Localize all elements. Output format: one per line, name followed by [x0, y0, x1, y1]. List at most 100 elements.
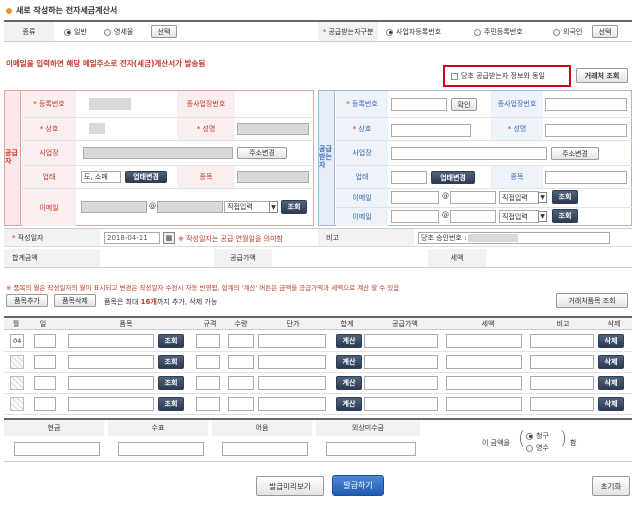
receiver-option-foreigner[interactable]: 외국인 — [553, 27, 582, 37]
date-input[interactable]: 2018-04-11 — [104, 232, 160, 244]
row-remark-input[interactable] — [530, 334, 594, 348]
row-item-lookup-button[interactable]: 조회 — [158, 355, 184, 369]
row-tax-input[interactable] — [446, 397, 522, 411]
row-item-input[interactable] — [68, 334, 154, 348]
payment-check-input[interactable] — [118, 442, 204, 456]
receiver-email1-select[interactable]: 직접입력 — [499, 191, 539, 204]
row-calc-button[interactable]: 계산 — [336, 397, 362, 411]
row-tax-input[interactable] — [446, 376, 522, 390]
receiver-option-resident[interactable]: 주민등록번호 — [474, 27, 523, 37]
row-unit-price-input[interactable] — [258, 397, 326, 411]
supplier-biz-type-button[interactable]: 업태변경 — [125, 171, 167, 183]
radio-icon[interactable] — [104, 28, 111, 36]
row-item-input[interactable] — [68, 376, 154, 390]
remark-input[interactable]: 당초 승인번호 : — [418, 232, 610, 244]
row-spec-input[interactable] — [196, 334, 220, 348]
receiver-address-change-button[interactable]: 주소변경 — [551, 147, 599, 160]
receiver-email1-id-input[interactable] — [391, 191, 439, 204]
reset-button[interactable]: 초기화 — [592, 476, 630, 496]
payment-receipt-radio[interactable]: 영수 — [526, 443, 549, 453]
radio-icon[interactable] — [474, 28, 481, 36]
row-delete-button[interactable]: 삭제 — [598, 355, 624, 369]
receiver-email2-domain-input[interactable] — [450, 210, 496, 223]
row-qty-input[interactable] — [228, 334, 254, 348]
chevron-down-icon[interactable]: ▼ — [538, 192, 547, 203]
row-qty-input[interactable] — [228, 376, 254, 390]
receiver-reg-no-input[interactable] — [391, 98, 447, 111]
row-unit-price-input[interactable] — [258, 334, 326, 348]
receiver-select-button[interactable]: 선택 — [592, 25, 618, 38]
supplier-name-input[interactable] — [237, 123, 309, 135]
receiver-name-input[interactable] — [545, 124, 627, 137]
receiver-email2-id-input[interactable] — [391, 210, 439, 223]
supplier-email-domain-input[interactable] — [157, 201, 223, 213]
row-remark-input[interactable] — [530, 397, 594, 411]
receiver-item-input[interactable] — [545, 171, 627, 184]
row-calc-button[interactable]: 계산 — [336, 334, 362, 348]
receiver-confirm-button[interactable]: 확인 — [451, 98, 477, 111]
row-unit-price-input[interactable] — [258, 355, 326, 369]
payment-note-input[interactable] — [222, 442, 308, 456]
radio-icon[interactable] — [386, 28, 393, 36]
row-item-lookup-button[interactable]: 조회 — [158, 397, 184, 411]
radio-icon[interactable] — [526, 444, 533, 452]
supplier-email-select[interactable]: 직접입력 — [224, 201, 272, 213]
calendar-icon[interactable]: ▦ — [163, 232, 175, 244]
row-qty-input[interactable] — [228, 355, 254, 369]
row-supply-input[interactable] — [364, 355, 438, 369]
row-day-input[interactable] — [34, 376, 56, 390]
row-item-lookup-button[interactable]: 조회 — [158, 334, 184, 348]
type-select-button[interactable]: 선택 — [151, 25, 177, 38]
row-supply-input[interactable] — [364, 334, 438, 348]
radio-icon[interactable] — [64, 28, 71, 36]
add-item-button[interactable]: 품목추가 — [6, 294, 48, 307]
row-remark-input[interactable] — [530, 355, 594, 369]
row-day-input[interactable] — [34, 334, 56, 348]
receiver-biz-type-input[interactable] — [391, 171, 427, 184]
receiver-sub-biz-input[interactable] — [545, 98, 627, 111]
row-supply-input[interactable] — [364, 397, 438, 411]
receiver-email2-lookup-button[interactable]: 조회 — [552, 209, 578, 223]
payment-credit-input[interactable] — [326, 442, 416, 456]
row-supply-input[interactable] — [364, 376, 438, 390]
row-delete-button[interactable]: 삭제 — [598, 334, 624, 348]
row-day-input[interactable] — [34, 397, 56, 411]
row-unit-price-input[interactable] — [258, 376, 326, 390]
type-option-general[interactable]: 일반 — [64, 27, 87, 37]
type-option-zero-rate[interactable]: 영세율 — [104, 27, 133, 37]
chevron-down-icon[interactable]: ▼ — [538, 211, 547, 222]
row-delete-button[interactable]: 삭제 — [598, 397, 624, 411]
row-item-input[interactable] — [68, 355, 154, 369]
payment-claim-radio[interactable]: 청구 — [526, 431, 549, 441]
supplier-email-id-input[interactable] — [81, 201, 147, 213]
receiver-company-input[interactable] — [391, 124, 471, 137]
radio-icon[interactable] — [553, 28, 560, 36]
receiver-biz-type-button[interactable]: 업태변경 — [431, 171, 475, 184]
delete-item-button[interactable]: 품목삭제 — [54, 294, 96, 307]
issue-button[interactable]: 발급하기 — [332, 475, 384, 496]
payment-cash-input[interactable] — [14, 442, 100, 456]
row-tax-input[interactable] — [446, 355, 522, 369]
receiver-email1-lookup-button[interactable]: 조회 — [552, 190, 578, 204]
receiver-address-input[interactable] — [391, 147, 547, 160]
row-remark-input[interactable] — [530, 376, 594, 390]
supplier-address-change-button[interactable]: 주소변경 — [237, 147, 287, 159]
receiver-email1-domain-input[interactable] — [450, 191, 496, 204]
client-lookup-button[interactable]: 거래처 조회 — [576, 68, 628, 83]
receiver-email2-select[interactable]: 직접입력 — [499, 210, 539, 223]
supplier-address-input[interactable] — [83, 147, 233, 159]
row-tax-input[interactable] — [446, 334, 522, 348]
receiver-option-business[interactable]: 사업자등록번호 — [386, 27, 441, 37]
row-item-lookup-button[interactable]: 조회 — [158, 376, 184, 390]
supplier-email-lookup-button[interactable]: 조회 — [281, 200, 307, 214]
row-spec-input[interactable] — [196, 376, 220, 390]
row-delete-button[interactable]: 삭제 — [598, 376, 624, 390]
client-item-lookup-button[interactable]: 거래처품목 조회 — [556, 293, 628, 308]
checkbox-icon[interactable] — [451, 72, 458, 80]
same-as-receiver-checkbox[interactable]: 당초 공급받는자 정보와 동일 — [451, 71, 545, 81]
row-day-input[interactable] — [34, 355, 56, 369]
supplier-item-input[interactable] — [237, 171, 309, 183]
supplier-biz-type-input[interactable]: 도, 소매 — [81, 171, 121, 183]
row-spec-input[interactable] — [196, 397, 220, 411]
row-item-input[interactable] — [68, 397, 154, 411]
